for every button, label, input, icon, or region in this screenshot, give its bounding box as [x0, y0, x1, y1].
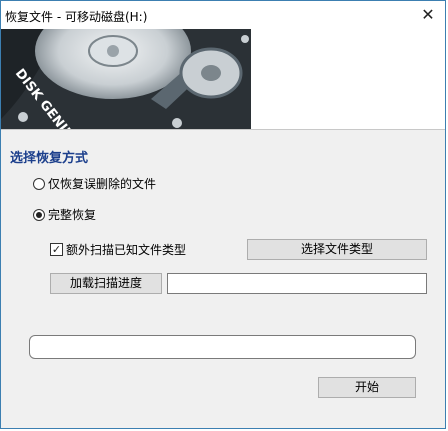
checkbox-label: 额外扫描已知文件类型 [66, 243, 187, 257]
disk-genius-banner: DISK GENIUS [1, 29, 445, 130]
radio-selected-icon[interactable] [33, 208, 45, 221]
hard-disk-image: DISK GENIUS [1, 29, 251, 129]
window-title: 恢复文件 - 可移动磁盘(H:) [5, 10, 148, 24]
radio-label: 完整恢复 [48, 208, 97, 222]
radio-label: 仅恢复误删除的文件 [48, 177, 157, 191]
recovery-mode-title: 选择恢复方式 [10, 151, 89, 166]
recover-files-dialog: 恢复文件 - 可移动磁盘(H:) ✕ DISK GENIUS 选择恢复方式 仅恢… [0, 0, 446, 429]
radio-icon[interactable] [33, 177, 45, 190]
radio-recover-deleted-only[interactable]: 仅恢复误删除的文件 [33, 175, 156, 192]
select-file-types-button[interactable]: 选择文件类型 [247, 239, 427, 260]
scan-progress-path-input[interactable] [167, 273, 427, 294]
radio-complete-recovery[interactable]: 完整恢复 [33, 206, 96, 223]
checkbox-checked-icon[interactable]: ✓ [50, 243, 63, 256]
extra-scan-checkbox[interactable]: ✓ 额外扫描已知文件类型 [50, 241, 186, 258]
close-icon[interactable]: ✕ [417, 4, 439, 26]
title-bar: 恢复文件 - 可移动磁盘(H:) ✕ [1, 1, 445, 29]
recovery-progress-bar [29, 335, 416, 359]
load-scan-progress-button[interactable]: 加载扫描进度 [50, 273, 162, 294]
start-button[interactable]: 开始 [318, 377, 416, 398]
